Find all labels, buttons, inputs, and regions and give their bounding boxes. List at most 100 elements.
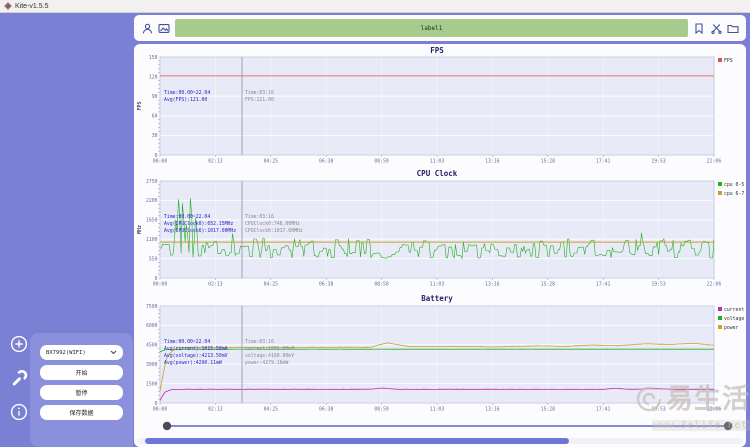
- svg-text:19:53: 19:53: [651, 282, 666, 288]
- svg-text:Time:03:16: Time:03:16: [245, 214, 274, 220]
- svg-text:Avg(power):4290.11mW: Avg(power):4290.11mW: [164, 360, 222, 366]
- battery-chart[interactable]: 00:00 02:13 04:25 06:38 08:50 11:03 13:16 15:28…: [134, 292, 746, 415]
- svg-text:150: 150: [149, 55, 158, 61]
- horizontal-scrollbar[interactable]: [137, 438, 743, 444]
- svg-text:power:4279.16mW: power:4279.16mW: [245, 360, 288, 366]
- svg-text:06:38: 06:38: [319, 159, 334, 165]
- top-toolbar: label1: [134, 15, 746, 41]
- sidebar-strip: [0, 13, 30, 447]
- svg-text:FPS: FPS: [430, 46, 444, 55]
- svg-text:Battery: Battery: [421, 294, 453, 303]
- svg-text:3000: 3000: [146, 362, 158, 368]
- user-icon[interactable]: [141, 22, 153, 34]
- svg-text:1650: 1650: [146, 218, 158, 224]
- cut-icon[interactable]: [710, 22, 722, 34]
- save-data-button[interactable]: 保存数据: [40, 405, 123, 420]
- svg-text:CPU Clock: CPU Clock: [417, 169, 458, 178]
- svg-text:power: power: [724, 326, 739, 331]
- svg-text:08:50: 08:50: [374, 282, 389, 288]
- svg-text:0: 0: [155, 401, 158, 407]
- svg-text:0: 0: [155, 276, 158, 282]
- save-icon[interactable]: [693, 22, 705, 34]
- svg-text:17:41: 17:41: [596, 407, 611, 413]
- window-titlebar: Kite-v1.5.5: [0, 0, 750, 13]
- svg-text:17:41: 17:41: [596, 159, 611, 165]
- svg-text:19:53: 19:53: [651, 159, 666, 165]
- svg-text:cpu 0-5: cpu 0-5: [724, 182, 744, 188]
- svg-text:Time:00.00~22.04: Time:00.00~22.04: [164, 90, 210, 96]
- svg-text:Avg(FPS):121.00: Avg(FPS):121.00: [164, 97, 207, 103]
- folder-icon[interactable]: [727, 22, 739, 34]
- charts-panel: 00:00 02:13 04:25 06:38 08:50 11:03 13:16 15:28…: [134, 44, 746, 447]
- wrench-icon[interactable]: [9, 368, 29, 388]
- svg-text:08:50: 08:50: [374, 159, 389, 165]
- svg-text:2200: 2200: [146, 198, 158, 204]
- svg-text:06:38: 06:38: [319, 407, 334, 413]
- device-select[interactable]: BX7992(WIFI): [40, 345, 123, 360]
- svg-text:11:03: 11:03: [430, 407, 445, 413]
- pause-button[interactable]: 暂停: [40, 385, 123, 400]
- window-title: Kite-v1.5.5: [15, 2, 49, 10]
- svg-text:CPUClock6:1017.00MHz: CPUClock6:1017.00MHz: [245, 228, 303, 234]
- svg-text:Time:03:16: Time:03:16: [245, 339, 274, 345]
- svg-text:11:03: 11:03: [430, 159, 445, 165]
- svg-text:CPUClock0:748.00MHz: CPUClock0:748.00MHz: [245, 221, 300, 227]
- svg-text:02:13: 02:13: [208, 282, 223, 288]
- info-icon[interactable]: [9, 402, 29, 422]
- start-button[interactable]: 开始: [40, 365, 123, 380]
- device-select-value: BX7992(WIFI): [46, 349, 86, 356]
- svg-text:00:00: 00:00: [153, 407, 168, 413]
- svg-text:voltage:4160.00mV: voltage:4160.00mV: [245, 353, 294, 359]
- label-field[interactable]: label1: [175, 19, 688, 37]
- svg-text:04:25: 04:25: [264, 282, 279, 288]
- cpu-clock-chart-container: 00:00 02:13 04:25 06:38 08:50 11:03 13:16 15:28…: [134, 167, 746, 295]
- svg-text:06:38: 06:38: [319, 282, 334, 288]
- svg-text:22:06: 22:06: [707, 407, 722, 413]
- svg-text:2750: 2750: [146, 179, 158, 185]
- slider-handle-right[interactable]: [723, 421, 733, 431]
- scrollbar-thumb[interactable]: [145, 438, 569, 444]
- cpu-clock-chart[interactable]: 00:00 02:13 04:25 06:38 08:50 11:03 13:16 15:28…: [134, 167, 746, 290]
- svg-text:00:00: 00:00: [153, 159, 168, 165]
- svg-text:00:00: 00:00: [153, 282, 168, 288]
- app-window: { "window": { "title": "Kite-v1.5.5" }, …: [0, 0, 750, 447]
- svg-text:current:1005.00mA: current:1005.00mA: [245, 346, 294, 352]
- svg-text:Avg(CPUClock6):1017.00MHz: Avg(CPUClock6):1017.00MHz: [164, 228, 236, 234]
- svg-text:550: 550: [149, 256, 158, 262]
- svg-text:22:06: 22:06: [707, 159, 722, 165]
- fps-chart-container: 00:00 02:13 04:25 06:38 08:50 11:03 13:16 15:28…: [134, 44, 746, 170]
- slider-handle-left[interactable]: [162, 421, 172, 431]
- svg-text:90: 90: [152, 94, 158, 100]
- svg-text:60: 60: [152, 114, 158, 120]
- svg-text:04:25: 04:25: [264, 159, 279, 165]
- svg-text:0: 0: [155, 153, 158, 159]
- svg-text:7500: 7500: [146, 304, 158, 310]
- time-range-slider[interactable]: [134, 418, 746, 439]
- svg-text:FPS: FPS: [724, 58, 733, 64]
- svg-text:13:16: 13:16: [485, 282, 500, 288]
- app-icon: [4, 2, 12, 10]
- svg-text:19:53: 19:53: [651, 407, 666, 413]
- svg-text:11:03: 11:03: [430, 282, 445, 288]
- control-panel: BX7992(WIFI) 开始 暂停 保存数据: [30, 333, 133, 447]
- svg-text:02:13: 02:13: [208, 159, 223, 165]
- svg-text:15:28: 15:28: [541, 159, 556, 165]
- svg-text:08:50: 08:50: [374, 407, 389, 413]
- svg-text:MHz: MHz: [137, 225, 143, 234]
- svg-text:17:41: 17:41: [596, 282, 611, 288]
- svg-text:Avg(CPUClock0):652.15MHz: Avg(CPUClock0):652.15MHz: [164, 221, 233, 227]
- svg-text:Time:00.00~22.04: Time:00.00~22.04: [164, 339, 210, 345]
- svg-text:voltage: voltage: [724, 316, 744, 322]
- battery-chart-container: 00:00 02:13 04:25 06:38 08:50 11:03 13:16 15:28…: [134, 292, 746, 420]
- svg-text:4500: 4500: [146, 343, 158, 349]
- svg-text:Avg(current):1015.58mA: Avg(current):1015.58mA: [164, 346, 228, 352]
- plus-icon[interactable]: [9, 334, 29, 354]
- svg-text:15:28: 15:28: [541, 282, 556, 288]
- fps-chart[interactable]: 00:00 02:13 04:25 06:38 08:50 11:03 13:16 15:28…: [134, 44, 746, 165]
- svg-text:current: current: [724, 307, 744, 313]
- svg-text:15:28: 15:28: [541, 407, 556, 413]
- svg-text:13:16: 13:16: [485, 159, 500, 165]
- svg-text:30: 30: [152, 133, 158, 139]
- chevron-down-icon: [110, 350, 117, 355]
- screenshot-icon[interactable]: [158, 22, 170, 34]
